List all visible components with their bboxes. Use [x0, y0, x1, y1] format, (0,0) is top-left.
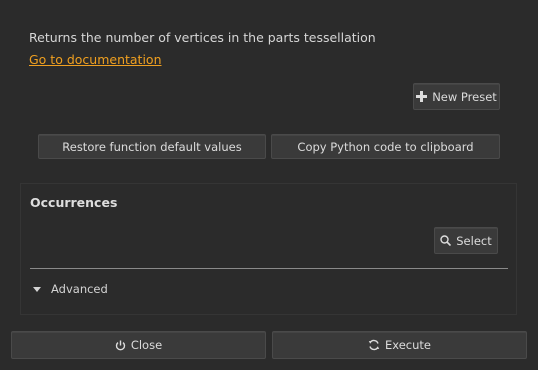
advanced-toggle[interactable]: Advanced [33, 282, 108, 296]
select-button[interactable]: Select [434, 227, 498, 254]
power-icon [115, 340, 126, 351]
restore-defaults-button[interactable]: Restore function default values [38, 134, 266, 159]
new-preset-button[interactable]: New Preset [413, 83, 500, 110]
copy-python-button[interactable]: Copy Python code to clipboard [271, 134, 500, 159]
close-button[interactable]: Close [11, 331, 266, 359]
restore-defaults-label: Restore function default values [62, 139, 242, 154]
refresh-icon [368, 339, 380, 351]
close-label: Close [130, 338, 163, 352]
select-label: Select [456, 233, 492, 248]
copy-python-label: Copy Python code to clipboard [297, 139, 474, 154]
function-dialog: Returns the number of vertices in the pa… [0, 0, 538, 370]
occurrences-title: Occurrences [30, 195, 118, 210]
documentation-link[interactable]: Go to documentation [29, 52, 162, 67]
plus-icon [416, 91, 428, 102]
function-description: Returns the number of vertices in the pa… [29, 30, 376, 45]
execute-label: Execute [385, 338, 431, 352]
new-preset-label: New Preset [432, 89, 497, 104]
execute-button[interactable]: Execute [272, 331, 527, 359]
advanced-label: Advanced [51, 282, 108, 296]
chevron-down-icon [33, 286, 41, 292]
divider [30, 268, 508, 269]
search-icon [440, 235, 452, 246]
